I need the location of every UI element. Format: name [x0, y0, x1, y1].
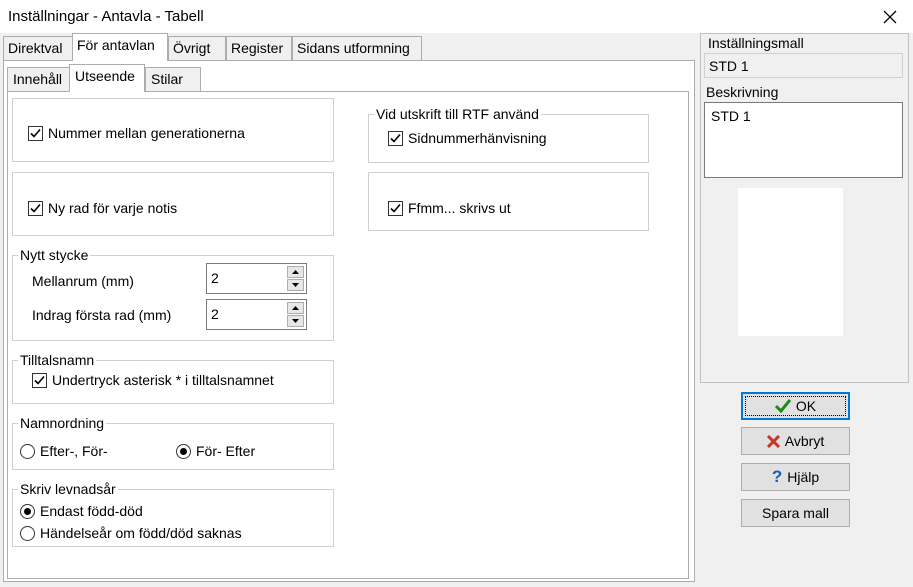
tab-sidans-utformning[interactable]: Sidans utformning: [292, 36, 422, 60]
tab-register[interactable]: Register: [226, 36, 292, 60]
checkbox-checked-icon: [32, 372, 47, 388]
sidnummer-checkbox[interactable]: Sidnummerhänvisning: [388, 130, 547, 146]
ny-rad-checkbox[interactable]: Ny rad för varje notis: [28, 200, 177, 216]
tilltalsnamn-title: Tilltalsnamn: [18, 352, 97, 368]
ffmm-label: Ffmm... skrivs ut: [408, 200, 511, 216]
radio-selected-icon: [176, 443, 191, 459]
indrag-label: Indrag första rad (mm): [32, 307, 172, 323]
indrag-value: 2: [211, 306, 219, 322]
tab-label: Direktval: [8, 40, 63, 56]
radio-for-efter[interactable]: För- Efter: [176, 443, 255, 459]
checkbox-checked-icon: [388, 130, 403, 146]
tab-direktval[interactable]: Direktval: [3, 36, 73, 60]
tab-label: Utseende: [75, 68, 135, 84]
tab-label: Stilar: [151, 71, 183, 87]
namnordning-title: Namnordning: [18, 415, 107, 431]
arrow-down-icon: [292, 283, 299, 287]
ok-button[interactable]: OK: [741, 392, 850, 420]
spara-mall-button[interactable]: Spara mall: [741, 499, 850, 527]
indrag-stepper[interactable]: 2: [206, 299, 307, 330]
mall-label: Inställningsmall: [708, 35, 804, 51]
x-icon: [766, 434, 780, 448]
tab-label: Innehåll: [13, 71, 63, 87]
ffmm-checkbox[interactable]: Ffmm... skrivs ut: [388, 200, 511, 216]
close-icon: [883, 10, 897, 23]
nytt-stycke-title: Nytt stycke: [18, 247, 91, 263]
spin-up-button[interactable]: [287, 302, 304, 314]
check-icon: [774, 399, 791, 413]
spin-down-button[interactable]: [287, 315, 304, 327]
window-title: Inställningar - Antavla - Tabell: [8, 8, 204, 25]
spin-buttons: [287, 266, 304, 291]
ok-label: OK: [795, 398, 817, 414]
arrow-up-icon: [292, 270, 299, 274]
page-preview: [738, 188, 843, 336]
mall-value: STD 1: [709, 58, 749, 74]
tab-label: Register: [231, 40, 284, 56]
nummer-checkbox[interactable]: Nummer mellan generationerna: [28, 125, 245, 141]
mellanrum-stepper[interactable]: 2: [206, 263, 307, 294]
mall-field[interactable]: STD 1: [704, 53, 903, 78]
avbryt-label: Avbryt: [784, 433, 825, 449]
radio-efter-for[interactable]: Efter-, För-: [20, 443, 108, 459]
beskrivning-label: Beskrivning: [706, 84, 779, 100]
arrow-down-icon: [292, 319, 299, 323]
checkbox-checked-icon: [388, 200, 403, 216]
beskrivning-value: STD 1: [711, 108, 751, 124]
radio-unselected-icon: [20, 525, 35, 541]
tab-label: Sidans utformning: [297, 40, 410, 56]
sidnummer-label: Sidnummerhänvisning: [408, 130, 547, 146]
arrow-up-icon: [292, 306, 299, 310]
spin-up-button[interactable]: [287, 266, 304, 278]
tab-stilar[interactable]: Stilar: [145, 67, 201, 91]
mellanrum-label: Mellanrum (mm): [32, 273, 134, 289]
hjalp-label: Hjälp: [787, 469, 820, 485]
nummer-label: Nummer mellan generationerna: [48, 125, 245, 141]
radio-handelsear[interactable]: Händelseår om född/död saknas: [20, 525, 242, 541]
tab-innehall[interactable]: Innehåll: [7, 67, 70, 91]
radio-label: Händelseår om född/död saknas: [40, 525, 242, 541]
tab-for-antavlan[interactable]: För antavlan: [72, 33, 168, 61]
radio-endast-fodd-dod[interactable]: Endast född-död: [20, 503, 143, 519]
radio-selected-icon: [20, 503, 35, 519]
rtf-title: Vid utskrift till RTF använd: [374, 106, 541, 122]
spara-label: Spara mall: [762, 505, 829, 521]
radio-unselected-icon: [20, 443, 35, 459]
tab-utseende[interactable]: Utseende: [69, 64, 145, 92]
beskrivning-field[interactable]: STD 1: [704, 102, 903, 178]
tab-label: För antavlan: [77, 37, 155, 53]
title-bar: Inställningar - Antavla - Tabell: [0, 0, 913, 33]
close-button[interactable]: [867, 0, 913, 33]
radio-label: För- Efter: [196, 443, 256, 459]
levnadsar-title: Skriv levnadsår: [18, 481, 118, 497]
radio-label: Efter-, För-: [40, 443, 108, 459]
avbryt-button[interactable]: Avbryt: [741, 427, 850, 455]
question-icon: ?: [771, 467, 783, 486]
spin-down-button[interactable]: [287, 279, 304, 291]
undertryck-checkbox[interactable]: Undertryck asterisk * i tilltalsnamnet: [32, 372, 274, 388]
checkbox-checked-icon: [28, 125, 43, 141]
tab-label: Övrigt: [173, 40, 211, 56]
undertryck-label: Undertryck asterisk * i tilltalsnamnet: [52, 372, 274, 388]
checkbox-checked-icon: [28, 200, 43, 216]
hjalp-button[interactable]: ? Hjälp: [741, 463, 850, 491]
mellanrum-value: 2: [211, 270, 219, 286]
tab-ovrigt[interactable]: Övrigt: [168, 36, 226, 60]
ny-rad-label: Ny rad för varje notis: [48, 200, 178, 216]
spin-buttons: [287, 302, 304, 327]
radio-label: Endast född-död: [40, 503, 143, 519]
